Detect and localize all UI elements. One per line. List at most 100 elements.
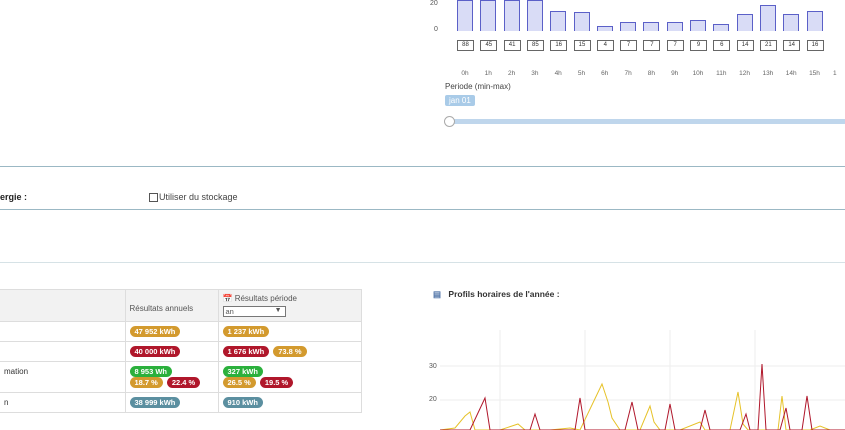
period-label: Periode (min-max) bbox=[445, 82, 511, 91]
value-box: 14 bbox=[736, 40, 754, 51]
storage-checkbox[interactable] bbox=[149, 192, 158, 202]
value-badge: 910 kWh bbox=[222, 397, 263, 408]
hour-label: 5h bbox=[577, 70, 586, 77]
hour-bar bbox=[736, 13, 753, 31]
divider bbox=[0, 209, 845, 210]
hour-bar bbox=[666, 22, 683, 31]
value-badge: 8 953 Wh bbox=[129, 366, 173, 377]
calendar-icon: 📅 bbox=[222, 294, 233, 303]
hour-label: 1h bbox=[484, 70, 492, 77]
hour-bar bbox=[643, 22, 660, 31]
hour-label: 13h bbox=[762, 70, 774, 77]
hour-label: 14h bbox=[785, 70, 797, 77]
value-badge: 1 237 kWh bbox=[222, 326, 270, 337]
profile-y-tick-20: 20 bbox=[429, 396, 437, 403]
hour-bar bbox=[573, 12, 590, 31]
results-table: Résultats annuels 📅 Résultats période an… bbox=[0, 289, 362, 413]
value-badge: 73.8 % bbox=[273, 346, 307, 357]
y-tick-0: 0 bbox=[434, 26, 438, 33]
hour-label: 7h bbox=[624, 70, 632, 77]
hour-bar bbox=[806, 11, 823, 31]
value-badge: 40 000 kWh bbox=[129, 346, 181, 357]
profile-y-tick-30: 30 bbox=[429, 363, 437, 370]
cell-period: 910 kWh bbox=[217, 392, 362, 413]
value-box: 85 bbox=[526, 40, 544, 51]
energy-label: ergie : bbox=[0, 192, 28, 202]
value-box: 4 bbox=[596, 40, 614, 51]
value-badge: 22.4 % bbox=[166, 377, 201, 388]
hour-label: 0h bbox=[461, 70, 469, 77]
row-label: mation bbox=[0, 361, 126, 393]
value-box: 6 bbox=[713, 40, 731, 51]
header-cell-empty bbox=[0, 289, 126, 322]
header-annual: Résultats annuels bbox=[124, 289, 219, 322]
hour-bar bbox=[457, 0, 473, 31]
chevron-down-icon: ▼ bbox=[274, 307, 282, 314]
hour-label: 6h bbox=[601, 70, 609, 77]
hour-bar bbox=[690, 19, 706, 31]
period-slider-track[interactable] bbox=[447, 119, 845, 124]
row-label: n bbox=[0, 392, 126, 413]
hour-bar bbox=[503, 0, 520, 31]
hour-label: 8h bbox=[647, 70, 655, 77]
hour-label-partial: 1 bbox=[832, 70, 837, 77]
period-select-value: an bbox=[225, 307, 234, 316]
value-box: 7 bbox=[643, 40, 661, 51]
cell-annual: 38 999 kWh bbox=[124, 392, 219, 413]
value-boxes: 88 45 41 85 16 15 4 7 7 7 9 6 14 21 14 16 bbox=[449, 40, 845, 52]
hour-label: 2h bbox=[507, 70, 516, 77]
profile-series-yellow bbox=[440, 382, 845, 430]
cell-annual: 47 952 kWh bbox=[124, 321, 219, 342]
value-badge: 19.5 % bbox=[259, 377, 294, 388]
table-row: 40 000 kWh 1 676 kWh 73.8 % bbox=[0, 341, 362, 362]
profile-chart-header: ▤ Profils horaires de l'année : bbox=[433, 289, 560, 300]
header-period: Résultats période bbox=[234, 294, 297, 303]
table-row: n 38 999 kWh 910 kWh bbox=[0, 392, 362, 413]
row-label bbox=[0, 321, 126, 342]
hour-label: 10h bbox=[692, 70, 704, 77]
hour-labels: 0h 1h 2h 3h 4h 5h 6h 7h 8h 9h 10h 11h 12h 13h 14h 15h 1 bbox=[449, 70, 845, 80]
period-slider-handle[interactable] bbox=[444, 116, 455, 127]
cell-period: 1 676 kWh 73.8 % bbox=[217, 341, 362, 362]
hour-label: 15h bbox=[809, 70, 820, 77]
hour-bar bbox=[596, 26, 613, 31]
cell-period: 1 237 kWh bbox=[217, 321, 362, 342]
divider bbox=[0, 262, 845, 263]
hour-label: 12h bbox=[739, 70, 751, 77]
hour-label: 4h bbox=[554, 70, 562, 77]
row-label bbox=[0, 341, 126, 362]
bar-area bbox=[449, 0, 845, 31]
hour-bar bbox=[480, 0, 497, 31]
value-badge: 38 999 kWh bbox=[129, 397, 181, 408]
value-badge: 327 kWh bbox=[222, 366, 263, 377]
value-badge: 18.7 % bbox=[129, 377, 163, 388]
period-select[interactable]: an ▼ bbox=[222, 306, 286, 317]
hour-bar bbox=[759, 4, 776, 31]
divider bbox=[0, 166, 845, 167]
value-box: 7 bbox=[666, 40, 684, 51]
bar-chart-icon: ▤ bbox=[433, 289, 442, 299]
storage-label: Utiliser du stockage bbox=[159, 192, 238, 202]
storage-option[interactable]: Utiliser du stockage bbox=[149, 192, 238, 202]
hour-label: 11h bbox=[716, 70, 727, 77]
table-header-row: Résultats annuels 📅 Résultats période an… bbox=[0, 289, 362, 322]
value-box: 21 bbox=[759, 40, 777, 51]
profile-line-chart bbox=[440, 330, 845, 430]
hour-bar bbox=[620, 22, 637, 31]
profile-series-red bbox=[440, 363, 845, 430]
value-box: 14 bbox=[783, 40, 801, 51]
table-row: 47 952 kWh 1 237 kWh bbox=[0, 321, 362, 342]
value-box: 88 bbox=[457, 40, 474, 51]
cell-period: 327 kWh 26.5 % 19.5 % bbox=[217, 361, 362, 393]
profile-chart-title: Profils horaires de l'année : bbox=[448, 289, 560, 299]
hour-bar bbox=[526, 0, 543, 31]
value-box: 16 bbox=[806, 40, 824, 51]
hour-bar bbox=[713, 23, 730, 31]
hour-bar bbox=[783, 13, 800, 31]
header-period-cell: 📅 Résultats période an ▼ bbox=[217, 289, 362, 322]
value-box: 16 bbox=[550, 40, 568, 51]
y-tick-20: 20 bbox=[430, 0, 438, 7]
value-badge: 1 676 kWh bbox=[222, 346, 270, 357]
table-row: mation 8 953 Wh 18.7 % 22.4 % 327 kWh 26.5 % 1… bbox=[0, 361, 362, 393]
value-box: 15 bbox=[573, 40, 591, 51]
